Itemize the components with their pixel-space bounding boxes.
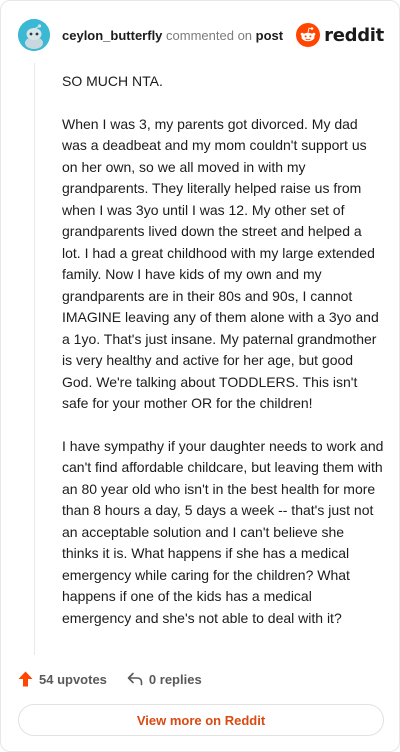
comment-paragraph: SO MUCH NTA.	[62, 73, 163, 89]
comment-paragraph: I have sympathy if your daughter needs t…	[62, 437, 384, 626]
comment-header: ceylon_butterfly commented on post reddi…	[18, 18, 384, 52]
reply-arrow-icon	[127, 672, 143, 686]
username-link[interactable]: ceylon_butterfly	[62, 28, 162, 43]
thread-line	[34, 63, 35, 655]
comment-body: SO MUCH NTA. When I was 3, my parents go…	[62, 71, 384, 650]
upvote-button[interactable]: 54 upvotes	[18, 671, 107, 687]
comment-actions: 54 upvotes 0 replies	[18, 669, 222, 689]
reply-button[interactable]: 0 replies	[127, 672, 202, 687]
post-link[interactable]: post	[256, 28, 283, 43]
comment-meta: ceylon_butterfly commented on post	[62, 28, 283, 43]
upvote-count: 54 upvotes	[39, 671, 107, 687]
comment-card: ceylon_butterfly commented on post reddi…	[0, 0, 400, 752]
avatar[interactable]	[18, 19, 50, 51]
reddit-logo[interactable]: reddit	[296, 23, 384, 47]
comment-paragraph: When I was 3, my parents got divorced. M…	[62, 115, 379, 412]
upvote-arrow-icon	[18, 671, 33, 687]
commented-on-label: commented on	[166, 27, 253, 43]
reddit-wordmark: reddit	[324, 24, 384, 46]
reply-count: 0 replies	[148, 671, 202, 687]
view-more-button[interactable]: View more on Reddit	[18, 704, 384, 736]
reddit-snoo-icon	[296, 23, 321, 47]
snoo-avatar-icon	[18, 19, 50, 51]
